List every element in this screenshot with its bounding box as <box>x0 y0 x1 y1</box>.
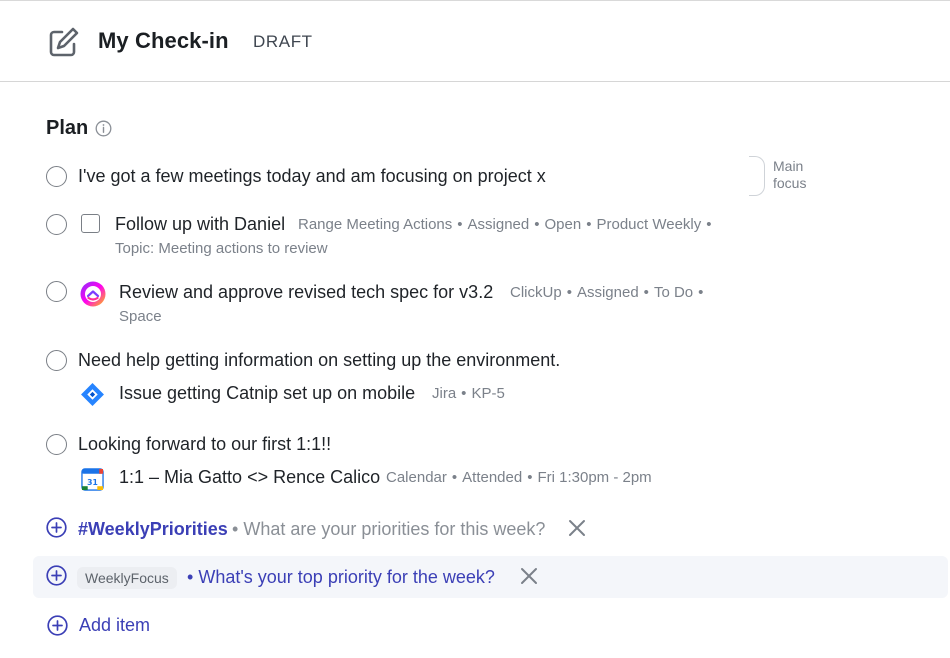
item-meta: ClickUp • Assigned • To Do • <box>510 284 704 301</box>
item-text[interactable]: Review and approve revised tech spec for… <box>119 282 493 303</box>
sub-item-meta: Jira • KP-5 <box>432 385 505 402</box>
item-radio[interactable] <box>46 434 67 455</box>
prompt-hashtag[interactable]: #WeeklyPriorities <box>78 519 228 540</box>
edit-icon[interactable] <box>46 24 82 60</box>
status-badge: DRAFT <box>253 32 313 51</box>
close-icon[interactable] <box>568 519 586 537</box>
item-radio[interactable] <box>46 281 67 302</box>
item-radio[interactable] <box>46 214 67 235</box>
sub-item-text[interactable]: 1:1 – Mia Gatto <> Rence Calico <box>119 467 380 488</box>
add-item-button[interactable]: Add item <box>79 615 150 636</box>
plus-circle-icon[interactable] <box>47 615 68 636</box>
clickup-icon <box>80 281 106 307</box>
checkin-header: My Check-in DRAFT <box>0 1 950 82</box>
section-title-plan: Plan <box>46 117 89 139</box>
info-icon[interactable] <box>95 120 112 137</box>
item-meta: Range Meeting Actions • Assigned • Open • Prod… <box>298 216 712 233</box>
svg-text:31: 31 <box>87 478 98 487</box>
plus-circle-icon[interactable] <box>46 565 67 586</box>
item-text[interactable]: Looking forward to our first 1:1!! <box>78 434 331 455</box>
prompt-question[interactable]: • What are your priorities for this week… <box>232 519 545 540</box>
item-meta-space: Space <box>119 308 162 325</box>
plus-circle-icon[interactable] <box>46 517 67 538</box>
item-text[interactable]: I've got a few meetings today and am foc… <box>78 166 546 187</box>
page-title: My Check-in <box>98 28 229 53</box>
item-text[interactable]: Need help getting information on setting… <box>78 350 560 371</box>
google-calendar-icon: 31 <box>81 468 104 491</box>
main-focus-bracket <box>749 156 765 196</box>
prompt-question[interactable]: • What's your top priority for the week? <box>187 567 495 588</box>
item-meta-topic: Topic: Meeting actions to review <box>115 240 328 257</box>
close-icon[interactable] <box>520 567 538 585</box>
item-radio[interactable] <box>46 350 67 371</box>
sub-item-text[interactable]: Issue getting Catnip set up on mobile <box>119 383 415 404</box>
item-text[interactable]: Follow up with Daniel <box>115 214 285 235</box>
weekly-focus-tag[interactable]: WeeklyFocus <box>77 567 177 589</box>
sub-item-meta: Calendar • Attended • Fri 1:30pm - 2pm <box>386 469 652 486</box>
main-focus-label: Main focus <box>773 158 807 191</box>
item-radio[interactable] <box>46 166 67 187</box>
task-checkbox[interactable] <box>81 214 100 233</box>
jira-icon <box>81 383 104 406</box>
